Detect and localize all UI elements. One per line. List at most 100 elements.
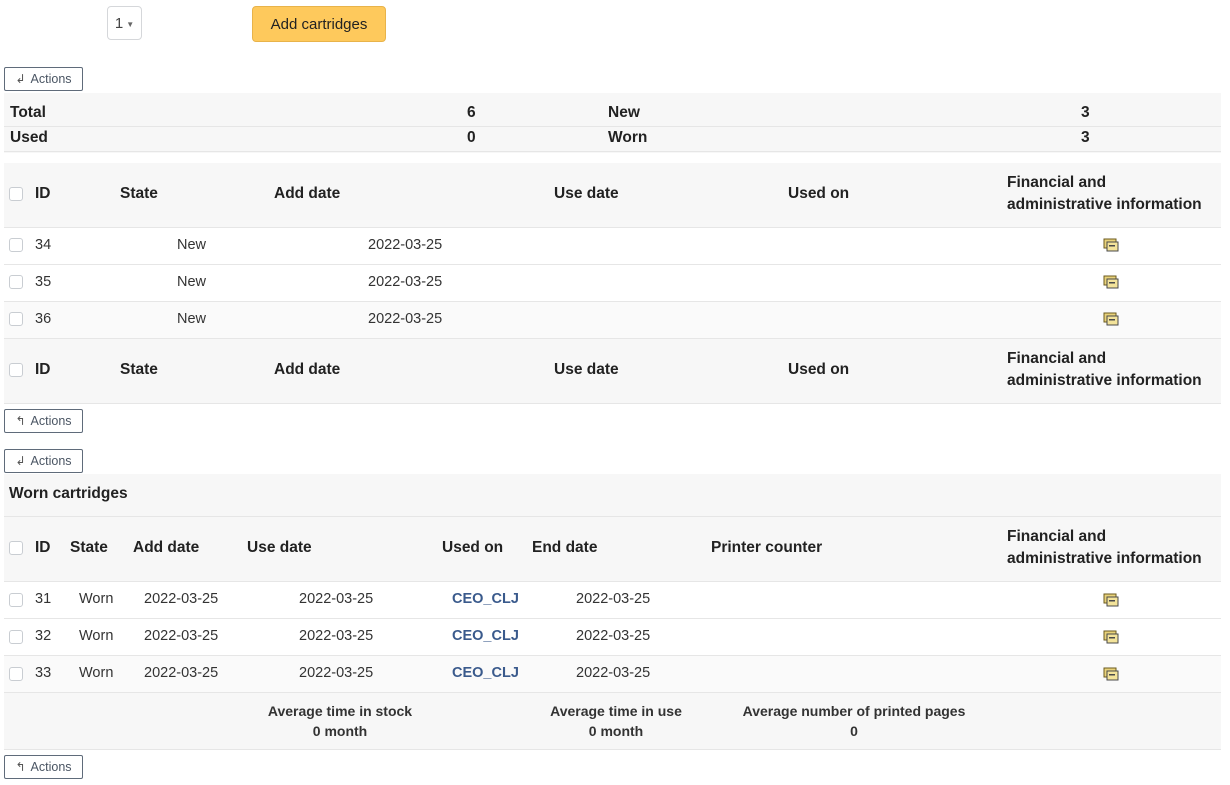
row-checkbox[interactable] (9, 275, 23, 289)
divider (4, 618, 1221, 619)
row-use-date: 2022-03-25 (299, 628, 374, 644)
row-state: New (177, 237, 207, 253)
row-state: Worn (79, 628, 114, 644)
col-id[interactable]: ID (35, 539, 51, 557)
row-id: 35 (35, 274, 52, 290)
divider (4, 264, 1221, 265)
col-used-on[interactable]: Used on (788, 185, 849, 203)
actions-button-top[interactable]: ↲ Actions (4, 67, 83, 91)
worn-cartridges-title: Worn cartridges (9, 485, 128, 502)
select-all-checkbox[interactable] (9, 363, 23, 377)
col-state[interactable]: State (70, 539, 108, 557)
total-value: 6 (467, 104, 476, 121)
row-id: 34 (35, 237, 52, 253)
used-label: Used (10, 129, 48, 146)
col-state[interactable]: State (120, 361, 158, 379)
worn-label: Worn (608, 129, 648, 146)
col-financial-2[interactable]: administrative information (1007, 196, 1202, 214)
col-used-on[interactable]: Used on (788, 361, 849, 379)
col-financial-1[interactable]: Financial and (1007, 528, 1106, 546)
row-checkbox[interactable] (9, 312, 23, 326)
col-printer-counter[interactable]: Printer counter (711, 539, 822, 557)
divider (4, 151, 1221, 152)
row-state: New (177, 311, 207, 327)
col-add-date[interactable]: Add date (274, 361, 340, 379)
col-id[interactable]: ID (35, 361, 51, 379)
divider (4, 126, 1221, 127)
financial-info-icon[interactable] (1103, 238, 1119, 252)
col-use-date[interactable]: Use date (554, 185, 619, 203)
row-end-date: 2022-03-25 (576, 591, 651, 607)
avg-pages-label: Average number of printed pages (742, 703, 966, 719)
new-value: 3 (1081, 104, 1090, 121)
avg-stock-value: 0 month (312, 723, 368, 739)
financial-info-icon[interactable] (1103, 312, 1119, 326)
row-add-date: 2022-03-25 (144, 591, 219, 607)
averages-footer (4, 693, 1221, 749)
row-id: 31 (35, 591, 52, 607)
row-checkbox[interactable] (9, 667, 23, 681)
col-financial-2[interactable]: administrative information (1007, 550, 1202, 568)
divider (4, 581, 1221, 582)
col-end-date[interactable]: End date (532, 539, 597, 557)
financial-info-icon[interactable] (1103, 667, 1119, 681)
row-end-date: 2022-03-25 (576, 628, 651, 644)
actions-label: Actions (30, 72, 72, 86)
select-all-checkbox[interactable] (9, 541, 23, 555)
used-on-link[interactable]: CEO_CLJ (452, 665, 519, 681)
col-use-date[interactable]: Use date (554, 361, 619, 379)
row-state: Worn (79, 665, 114, 681)
actions-button-bottom[interactable]: ↰ Actions (4, 409, 83, 433)
used-on-link[interactable]: CEO_CLJ (452, 591, 519, 607)
row-state: New (177, 274, 207, 290)
chevron-down-icon: ▼ (126, 20, 135, 29)
divider (4, 403, 1221, 404)
quantity-select[interactable]: 1 ▼ (107, 6, 142, 40)
arrow-down-left-icon: ↲ (15, 454, 26, 468)
quantity-value: 1 (114, 14, 124, 32)
row-add-date: 2022-03-25 (144, 665, 219, 681)
col-add-date[interactable]: Add date (274, 185, 340, 203)
row-checkbox[interactable] (9, 238, 23, 252)
row-checkbox[interactable] (9, 630, 23, 644)
select-all-checkbox[interactable] (9, 187, 23, 201)
col-financial-2[interactable]: administrative information (1007, 372, 1202, 390)
actions-label: Actions (30, 454, 72, 468)
col-add-date[interactable]: Add date (133, 539, 199, 557)
col-financial-1[interactable]: Financial and (1007, 174, 1106, 192)
add-cartridges-button[interactable]: Add cartridges (252, 6, 386, 42)
financial-info-icon[interactable] (1103, 275, 1119, 289)
avg-use-value: 0 month (588, 723, 644, 739)
row-add-date: 2022-03-25 (368, 237, 443, 253)
row-checkbox[interactable] (9, 593, 23, 607)
row-add-date: 2022-03-25 (144, 628, 219, 644)
col-id[interactable]: ID (35, 185, 51, 203)
actions-label: Actions (30, 760, 72, 774)
row-use-date: 2022-03-25 (299, 591, 374, 607)
used-on-link[interactable]: CEO_CLJ (452, 628, 519, 644)
col-financial-1[interactable]: Financial and (1007, 350, 1106, 368)
col-state[interactable]: State (120, 185, 158, 203)
financial-info-icon[interactable] (1103, 593, 1119, 607)
total-label: Total (10, 104, 46, 121)
arrow-down-left-icon: ↲ (15, 72, 26, 86)
divider (4, 749, 1221, 750)
divider (4, 227, 1221, 228)
arrow-up-left-icon: ↰ (15, 760, 26, 774)
row-state: Worn (79, 591, 114, 607)
used-value: 0 (467, 129, 476, 146)
row-id: 36 (35, 311, 52, 327)
avg-pages-value: 0 (850, 723, 858, 739)
col-used-on[interactable]: Used on (442, 539, 503, 557)
actions-button-worn-top[interactable]: ↲ Actions (4, 449, 83, 473)
actions-label: Actions (30, 414, 72, 428)
row-end-date: 2022-03-25 (576, 665, 651, 681)
actions-button-worn-bottom[interactable]: ↰ Actions (4, 755, 83, 779)
avg-use-label: Average time in use (550, 703, 682, 719)
row-id: 33 (35, 665, 52, 681)
row-add-date: 2022-03-25 (368, 311, 443, 327)
row-use-date: 2022-03-25 (299, 665, 374, 681)
financial-info-icon[interactable] (1103, 630, 1119, 644)
row-id: 32 (35, 628, 52, 644)
col-use-date[interactable]: Use date (247, 539, 312, 557)
